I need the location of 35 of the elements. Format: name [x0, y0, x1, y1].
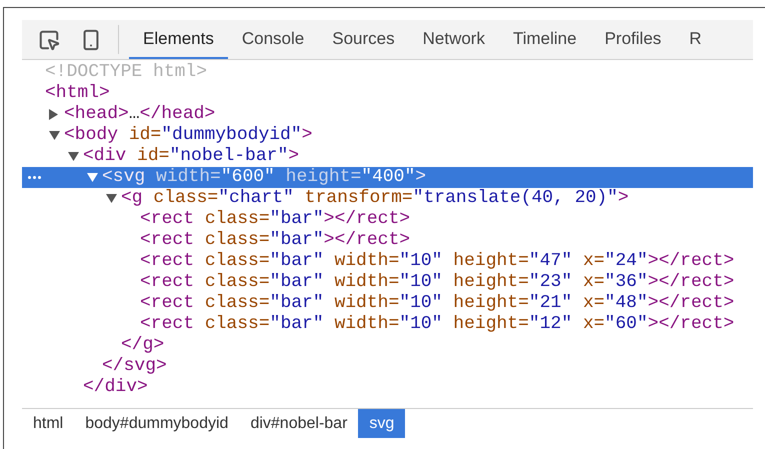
- tab[interactable]: Timeline: [498, 20, 591, 59]
- selected-row[interactable]: <svg width="600" height="400">: [22, 167, 753, 188]
- triangle-down-icon[interactable]: [49, 131, 60, 140]
- code-line: <rect class="bar" width="10" height="12" x="60"></rect>: [140, 314, 734, 335]
- tab[interactable]: Sources: [318, 20, 409, 59]
- tab[interactable]: Elements: [129, 20, 228, 59]
- tab[interactable]: Network: [408, 20, 499, 59]
- code-line: </g>: [121, 335, 164, 356]
- code-line: <body id="dummybodyid">: [64, 125, 312, 146]
- select-element-icon[interactable]: [38, 28, 60, 50]
- breadcrumb[interactable]: div#nobel-bar: [239, 409, 358, 438]
- code-line: <rect class="bar"></rect>: [140, 209, 410, 230]
- tab[interactable]: R: [675, 20, 716, 59]
- code-line: </svg>: [102, 356, 167, 377]
- more-icon[interactable]: [28, 176, 41, 179]
- code-line: <html>: [45, 83, 110, 104]
- code-line: <g class="chart" transform="translate(40, 20)">: [121, 188, 629, 209]
- triangle-down-icon[interactable]: [68, 152, 79, 161]
- tab[interactable]: Console: [228, 20, 318, 59]
- breadcrumb[interactable]: body#dummybodyid: [74, 409, 240, 438]
- code-line: <rect class="bar"></rect>: [140, 230, 410, 251]
- code-line: <div id="nobel-bar">: [83, 146, 300, 167]
- code-line: <svg width="600" height="400">: [102, 167, 426, 188]
- code-line: <rect class="bar" width="10" height="23" x="36"></rect>: [140, 272, 734, 293]
- breadcrumb[interactable]: svg: [358, 409, 406, 438]
- code-line: <!DOCTYPE html>: [45, 62, 208, 83]
- code-line: <rect class="bar" width="10" height="47" x="24"></rect>: [140, 251, 734, 272]
- tab[interactable]: Profiles: [590, 20, 676, 59]
- code-line: <head>…</head>: [64, 104, 216, 125]
- triangle-right-icon[interactable]: [49, 109, 58, 120]
- breadcrumb[interactable]: html: [22, 409, 74, 438]
- code-line: </div>: [83, 377, 148, 398]
- triangle-down-icon[interactable]: [87, 173, 98, 182]
- code-line: <rect class="bar" width="10" height="21" x="48"></rect>: [140, 293, 734, 314]
- triangle-down-icon[interactable]: [106, 194, 117, 203]
